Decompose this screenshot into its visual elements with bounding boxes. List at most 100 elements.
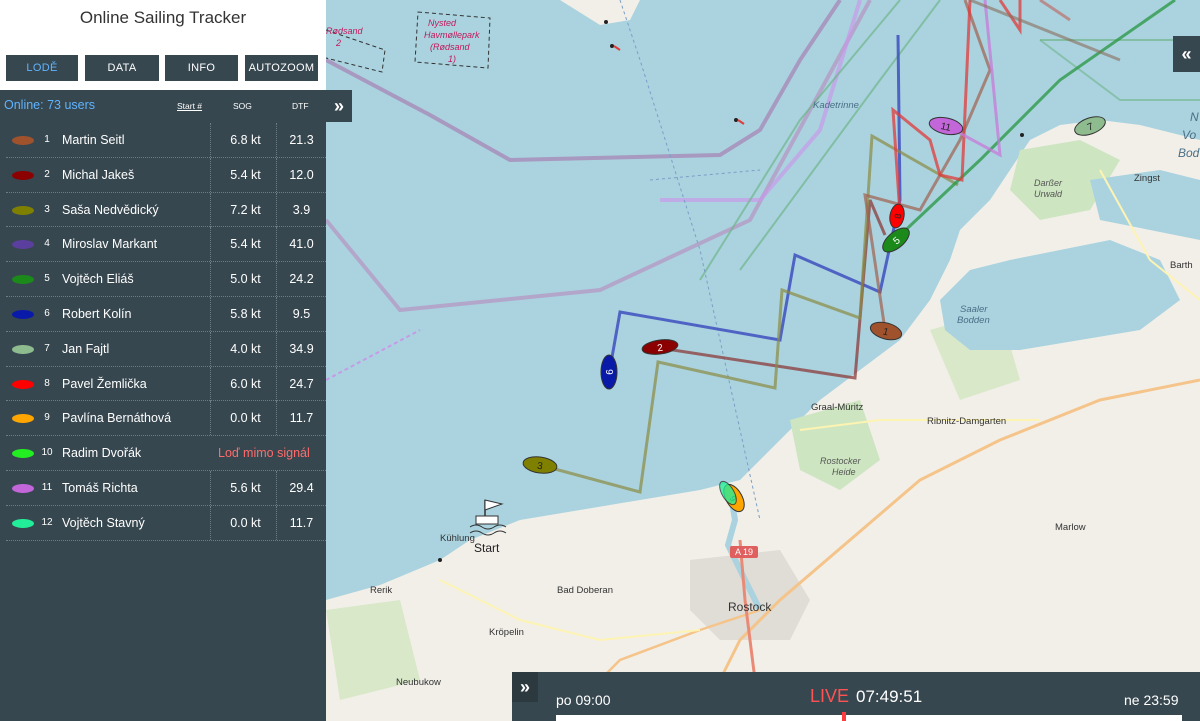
boat-dtf: 29.4 <box>276 470 326 505</box>
collapse-panel-button[interactable]: » <box>326 90 352 122</box>
boat-dtf: 24.7 <box>276 366 326 401</box>
sort-start-header[interactable]: Start # <box>177 101 202 111</box>
timeline-slider-handle[interactable] <box>841 712 846 721</box>
boat-sog: 0.0 kt <box>210 505 280 540</box>
boat-number: 10 <box>41 447 53 459</box>
boat-name: Saša Nedvědický <box>62 202 159 217</box>
boat-name: Robert Kolín <box>62 306 132 321</box>
boat-row[interactable]: 1 Martin Seitl 6.8 kt 21.3 <box>6 123 326 158</box>
boat-color-swatch <box>12 170 34 180</box>
timeline-slider[interactable] <box>556 715 1182 721</box>
boat-dtf: 3.9 <box>276 192 326 227</box>
current-time: 07:49:51 <box>856 687 923 706</box>
autozoom-button[interactable]: AUTOZOOM <box>245 55 318 81</box>
boat-sog: 4.0 kt <box>210 331 280 366</box>
boat-row[interactable]: 4 Miroslav Markant 5.4 kt 41.0 <box>6 227 326 263</box>
lode-button[interactable]: LODĚ <box>6 55 78 81</box>
boat-color-swatch <box>12 240 34 250</box>
boat-number: 4 <box>44 238 50 250</box>
boat-sog: 5.8 kt <box>210 296 280 331</box>
boat-row[interactable]: 7 Jan Fajtl 4.0 kt 34.9 <box>6 331 326 367</box>
boat-number: 1 <box>44 134 50 145</box>
boat-number: 2 <box>44 168 50 180</box>
boat-number: 7 <box>44 342 50 354</box>
timeline: » po 09:00 LIVE 07:49:51 ne 23:59 <box>512 672 1200 721</box>
label-heide: Heide <box>832 467 856 477</box>
boat-color-swatch <box>12 518 34 528</box>
boat-color-swatch <box>12 449 34 459</box>
label-graal-muritz: Graal-Müritz <box>811 402 864 413</box>
boat-dtf: 34.9 <box>276 331 326 366</box>
label-darsser: Darßer <box>1034 178 1063 188</box>
boat-row[interactable]: 9 Pavlína Bernáthová 0.0 kt 11.7 <box>6 401 326 437</box>
label-urwald: Urwald <box>1034 189 1063 199</box>
data-button[interactable]: DATA <box>85 55 159 81</box>
label-zingst: Zingst <box>1134 173 1160 184</box>
boat-sog: 7.2 kt <box>210 192 280 227</box>
boat-row[interactable]: 5 Vojtěch Eliáš 5.0 kt 24.2 <box>6 262 326 297</box>
boat-row[interactable]: 12 Vojtěch Stavný 0.0 kt 11.7 <box>6 505 326 541</box>
timeline-toggle-button[interactable]: » <box>512 672 538 702</box>
boat-name: Radim Dvořák <box>62 446 142 461</box>
boat-number: 9 <box>44 412 50 424</box>
boat-name: Jan Fajtl <box>62 341 110 356</box>
expand-right-button[interactable]: « <box>1173 36 1200 72</box>
boat-row[interactable]: 10 Radim Dvořák Loď mimo signál <box>6 436 326 471</box>
label-nysted-3: (Rødsand <box>430 42 470 52</box>
label-start: Start <box>474 541 500 555</box>
label-bodden-right-3: Bod <box>1178 146 1200 160</box>
label-kadetrinne: Kadetrinne <box>813 100 859 111</box>
boat-number: 5 <box>44 273 50 285</box>
boat-name: Tomáš Richta <box>62 480 138 495</box>
boat-dtf: 12.0 <box>276 157 326 192</box>
boat-number: 6 <box>44 307 50 319</box>
label-kropelin: Kröpelin <box>489 627 524 638</box>
boat-dtf: 21.3 <box>276 123 326 157</box>
boat-sog: 6.8 kt <box>210 123 280 157</box>
boat-name: Pavlína Bernáthová <box>62 411 172 426</box>
label-rostocker: Rostocker <box>820 456 861 466</box>
label-marlow: Marlow <box>1055 522 1086 533</box>
label-rostock: Rostock <box>728 600 772 614</box>
live-indicator[interactable]: LIVE <box>810 686 849 707</box>
label-ribnitz: Ribnitz-Damgarten <box>927 416 1007 427</box>
boat-color-swatch <box>12 344 34 354</box>
boat-list: 1 Martin Seitl 6.8 kt 21.3 2 Michal Jakeš 5.4 … <box>6 123 326 541</box>
boat-row[interactable]: 8 Pavel Žemlička 6.0 kt 24.7 <box>6 366 326 402</box>
label-bodden-right-1: N <box>1190 110 1199 124</box>
boat-sog: 5.0 kt <box>210 262 280 297</box>
boat-color-swatch <box>12 309 34 319</box>
boat-row[interactable]: 6 Robert Kolín 5.8 kt 9.5 <box>6 296 326 332</box>
label-barth: Barth <box>1170 260 1193 271</box>
dtf-header: DTF <box>292 101 309 111</box>
boat-name: Pavel Žemlička <box>62 376 147 391</box>
timeline-start-label: po 09:00 <box>556 692 611 708</box>
sog-header: SOG <box>233 101 252 111</box>
boat-row[interactable]: 3 Saša Nedvědický 7.2 kt 3.9 <box>6 192 326 228</box>
boat-name: Vojtěch Eliáš <box>62 272 134 287</box>
info-button[interactable]: INFO <box>165 55 238 81</box>
boat-dtf: 9.5 <box>276 296 326 331</box>
label-bodden-right-2: Vo <box>1182 128 1197 142</box>
label-saaler: Saaler <box>960 304 988 315</box>
boat-color-swatch <box>12 483 34 493</box>
boat-name: Martin Seitl <box>62 133 125 147</box>
boat-color-swatch <box>12 136 34 145</box>
list-header: Online: 73 users Start # SOG DTF » <box>0 90 352 122</box>
boat-row[interactable]: 2 Michal Jakeš 5.4 kt 12.0 <box>6 157 326 193</box>
label-rerik: Rerik <box>370 585 393 596</box>
label-rodsand-1: Rødsand <box>326 26 363 36</box>
boat-sog: 6.0 kt <box>210 366 280 401</box>
boat-sog: 5.4 kt <box>210 227 280 262</box>
label-bodden: Bodden <box>957 315 990 326</box>
label-nysted-1: Nysted <box>428 18 457 28</box>
boat-color-swatch <box>12 414 34 424</box>
timeline-end-label: ne 23:59 <box>1124 692 1179 708</box>
boat-dtf: 24.2 <box>276 262 326 297</box>
boat-name: Michal Jakeš <box>62 167 135 182</box>
app-title: Online Sailing Tracker <box>79 8 247 27</box>
panel-header: Online Sailing Tracker LODĚ DATA INFO AU… <box>0 0 326 90</box>
boat-name: Vojtěch Stavný <box>62 515 145 530</box>
boat-number: 12 <box>41 516 53 528</box>
boat-row[interactable]: 11 Tomáš Richta 5.6 kt 29.4 <box>6 470 326 506</box>
